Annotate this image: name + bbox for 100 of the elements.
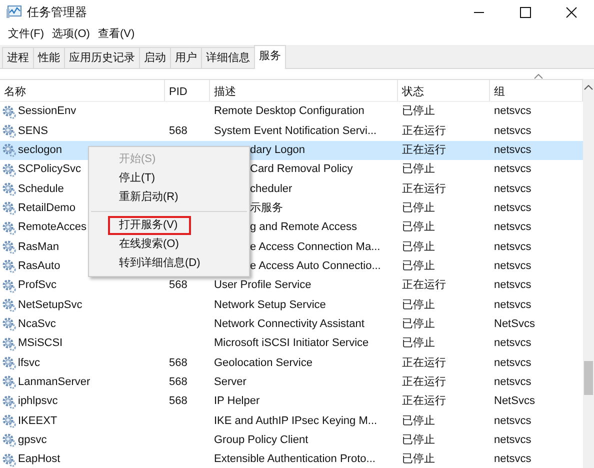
gear-icon [2, 259, 16, 274]
gear-icon [2, 414, 16, 428]
gear-icon [2, 394, 16, 409]
table-cell[interactable]: Schedule [18, 180, 64, 198]
table-cell[interactable]: ProfSvc [18, 277, 57, 294]
table-cell-text: netsvcs [493, 220, 532, 236]
table-cell[interactable]: RasAuto [18, 258, 60, 275]
table-cell-text: Extensible Authentication Proto... [213, 452, 376, 468]
table-cell[interactable]: SessionEnv [18, 103, 76, 120]
table-cell[interactable]: gpsvc [18, 432, 47, 448]
table-cell-text: netsvcs [493, 356, 532, 371]
sort-icon [534, 74, 543, 79]
table-cell-text: netsvcs [493, 278, 532, 294]
gear-icon [2, 104, 16, 119]
table-cell-text: Network Setup Service [213, 298, 327, 313]
scroll-thumb[interactable] [584, 361, 593, 395]
table-cell-text: 正在运行 [401, 124, 447, 139]
table-cell[interactable]: EapHost [18, 451, 60, 468]
table-cell-text: netsvcs [493, 414, 532, 429]
table-cell[interactable]: lfsvc [18, 354, 40, 372]
table-cell[interactable]: SENS [18, 122, 48, 140]
table-cell-text: 已停止 [401, 336, 436, 352]
maximize-icon [520, 6, 530, 18]
menu-item[interactable]: 停止(T) [89, 169, 249, 188]
menu-item[interactable]: 打开服务(V) [108, 216, 191, 235]
table-cell[interactable]: IKEEXT [18, 412, 58, 430]
table-cell-text: 示服务 [249, 201, 284, 216]
gear-icon [2, 356, 16, 370]
table-cell-text: netsvcs [493, 201, 532, 216]
table-cell-text: 正在运行 [401, 278, 447, 294]
gear-icon [2, 143, 16, 158]
table-cell-text: dary Logon [249, 143, 306, 158]
table-cell-text: IP Helper [213, 394, 261, 410]
table-cell-text: netsvcs [493, 375, 532, 390]
table-cell-text: Microsoft iSCSI Initiator Service [213, 336, 370, 352]
menu-item[interactable]: 查看(V) [94, 24, 139, 45]
gear-icon [2, 182, 16, 196]
gear-icon [2, 278, 16, 293]
table-cell-text: 已停止 [401, 162, 436, 178]
table-cell-text: Geolocation Service [213, 356, 314, 371]
table-cell-text: Card Removal Policy [249, 162, 354, 178]
tab[interactable]: 进程 [2, 47, 34, 68]
gear-icon [2, 336, 16, 351]
menu-item[interactable]: 选项(O) [48, 24, 94, 45]
table-cell-text: cheduler [249, 182, 294, 197]
table-cell-text: e Access Connection Ma... [249, 240, 382, 255]
table-cell-text: netsvcs [493, 240, 532, 255]
table-cell-text: Group Policy Client [213, 432, 310, 448]
gear-icon [2, 317, 16, 332]
table-cell-text: netsvcs [493, 336, 532, 352]
table-cell-text: 已停止 [401, 317, 436, 332]
gear-icon [2, 162, 16, 177]
column-header[interactable]: 名称 [0, 80, 165, 101]
gear-icon [2, 201, 16, 216]
table-cell-text: netsvcs [493, 104, 532, 120]
table-cell-text: 正在运行 [401, 143, 447, 158]
table-cell-text: NetSvcs [493, 394, 536, 410]
table-cell[interactable]: iphlpsvc [18, 393, 58, 410]
column-header[interactable]: 状态 [398, 80, 490, 101]
table-cell[interactable]: NcaSvc [18, 316, 56, 333]
table-cell-text: IKE and AuthIP IPsec Keying M... [213, 414, 378, 429]
table-cell-text: e Access Auto Connectio... [249, 259, 382, 274]
table-cell-text: netsvcs [493, 259, 532, 274]
table-cell-text: netsvcs [493, 432, 532, 448]
table-cell[interactable]: NetSetupSvc [18, 296, 82, 314]
table-cell-text: 568 [168, 278, 188, 294]
table-cell-text: Network Connectivity Assistant [213, 317, 366, 332]
table-cell-text: 正在运行 [401, 356, 447, 371]
menu-item[interactable]: 在线搜索(O) [89, 235, 249, 254]
table-cell-text: 已停止 [401, 240, 436, 255]
table-cell[interactable]: RasMan [18, 238, 59, 256]
table-cell[interactable]: seclogon [18, 142, 62, 159]
menu-item[interactable]: 重新启动(R) [89, 188, 249, 207]
table-cell-text: 已停止 [401, 220, 436, 236]
table-cell-text: Server [213, 375, 248, 390]
table-cell[interactable]: LanmanServer [18, 374, 90, 390]
table-cell[interactable]: RetailDemo [18, 200, 76, 217]
column-header[interactable]: PID [165, 80, 210, 101]
table-cell-text: netsvcs [493, 162, 532, 178]
gear-icon [2, 298, 16, 312]
tab[interactable]: 服务 [254, 45, 286, 69]
scrollbar[interactable] [583, 79, 594, 468]
table-cell-text: NetSvcs [493, 317, 536, 332]
menu-item[interactable]: 文件(F) [4, 24, 48, 45]
table-cell-text: 568 [168, 394, 188, 410]
table-cell-text: System Event Notification Servi... [213, 124, 378, 139]
scroll-up-icon[interactable] [584, 85, 593, 90]
table-cell[interactable]: SCPolicySvc [18, 161, 81, 178]
gear-icon [2, 124, 16, 138]
table-cell-text: netsvcs [493, 124, 532, 139]
column-header[interactable]: 描述 [210, 80, 398, 101]
table-cell-text: netsvcs [493, 298, 532, 313]
menu-item[interactable]: 转到详细信息(D) [89, 254, 249, 273]
table-cell-text: Remote Desktop Configuration [213, 104, 366, 120]
table-cell[interactable]: RemoteAcces [18, 219, 86, 236]
gear-icon [2, 220, 16, 235]
table-cell-text: netsvcs [493, 182, 532, 197]
table-cell-text: 已停止 [401, 298, 436, 313]
table-cell[interactable]: MSiSCSI [18, 335, 63, 352]
table-cell-text: 正在运行 [401, 375, 447, 390]
